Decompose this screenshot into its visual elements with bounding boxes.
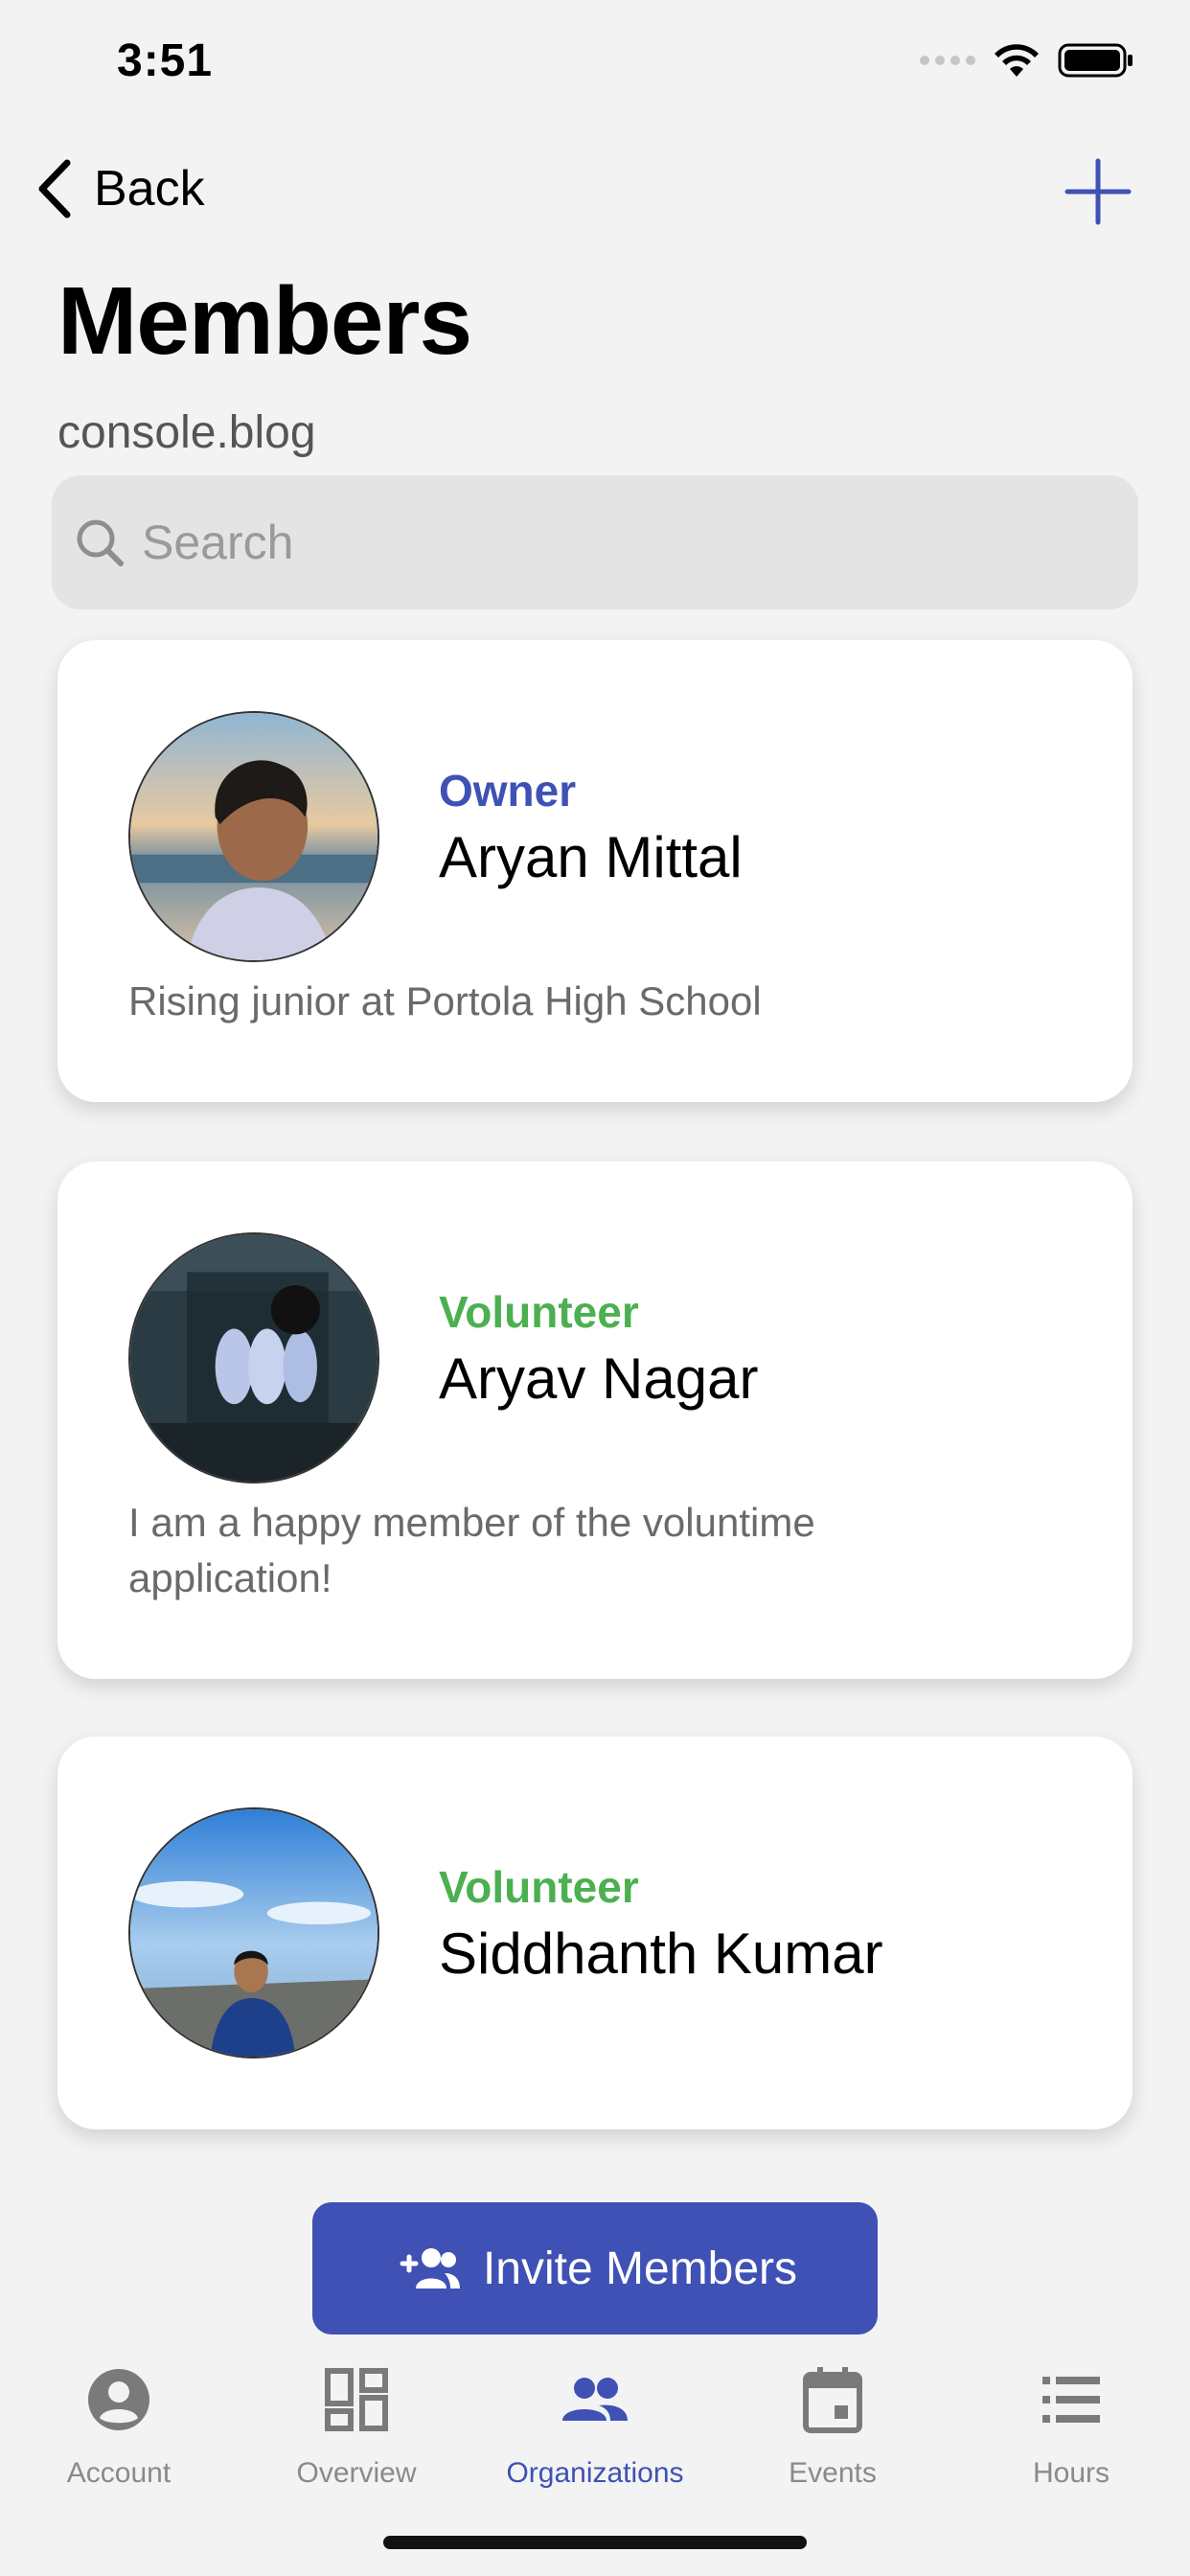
search-bar[interactable] [52, 475, 1138, 610]
tab-label: Overview [296, 2457, 417, 2489]
dashboard-icon [325, 2368, 388, 2431]
member-bio-line: I am a happy member of the voluntime [128, 1500, 815, 1545]
tab-hours[interactable]: Hours [952, 2365, 1190, 2490]
people-icon [562, 2378, 628, 2421]
page-title: Members [57, 267, 472, 375]
member-card[interactable]: Owner Aryan Mittal Rising junior at Port… [57, 640, 1133, 1102]
tab-label: Events [789, 2457, 877, 2489]
person-add-icon [400, 2248, 460, 2288]
member-role: Owner [439, 766, 577, 816]
cellular-signal-icon [920, 56, 975, 65]
back-button[interactable]: Back [34, 159, 205, 218]
tab-label: Organizations [506, 2457, 684, 2489]
list-icon [1042, 2377, 1100, 2423]
account-circle-icon [88, 2369, 149, 2430]
chevron-left-icon [38, 159, 71, 218]
tab-organizations[interactable]: Organizations [476, 2365, 714, 2490]
tab-overview[interactable]: Overview [238, 2365, 475, 2490]
member-card[interactable]: Volunteer Aryav Nagar I am a happy membe… [57, 1162, 1133, 1679]
battery-icon [1058, 43, 1133, 78]
member-bio-line: application! [128, 1555, 332, 1600]
member-role: Volunteer [439, 1287, 639, 1337]
calendar-icon [803, 2367, 862, 2433]
add-icon[interactable] [1062, 155, 1134, 228]
invite-members-label: Invite Members [482, 2242, 798, 2294]
member-name: Siddhanth Kumar [439, 1921, 883, 1986]
member-bio: I am a happy member of the voluntime app… [128, 1495, 991, 1606]
member-card[interactable]: Volunteer Siddhanth Kumar [57, 1736, 1133, 2129]
member-avatar [128, 1807, 379, 2058]
home-indicator[interactable] [383, 2536, 807, 2549]
status-icons [920, 42, 1134, 79]
member-avatar [128, 711, 379, 962]
member-avatar [128, 1232, 379, 1484]
member-role: Volunteer [439, 1862, 639, 1912]
tab-account[interactable]: Account [0, 2365, 238, 2490]
member-name: Aryan Mittal [439, 825, 743, 889]
member-name: Aryav Nagar [439, 1346, 759, 1411]
search-input[interactable] [140, 514, 1102, 571]
organization-name: console.blog [57, 407, 316, 458]
search-icon [77, 519, 124, 566]
wifi-icon [995, 44, 1039, 77]
tab-label: Account [66, 2457, 172, 2489]
tab-label: Hours [1032, 2457, 1110, 2489]
member-bio: Rising junior at Portola High School [128, 978, 762, 1024]
tab-events[interactable]: Events [714, 2365, 951, 2490]
status-time: 3:51 [117, 35, 214, 86]
back-label: Back [94, 161, 205, 217]
invite-members-button[interactable]: Invite Members [312, 2202, 878, 2334]
